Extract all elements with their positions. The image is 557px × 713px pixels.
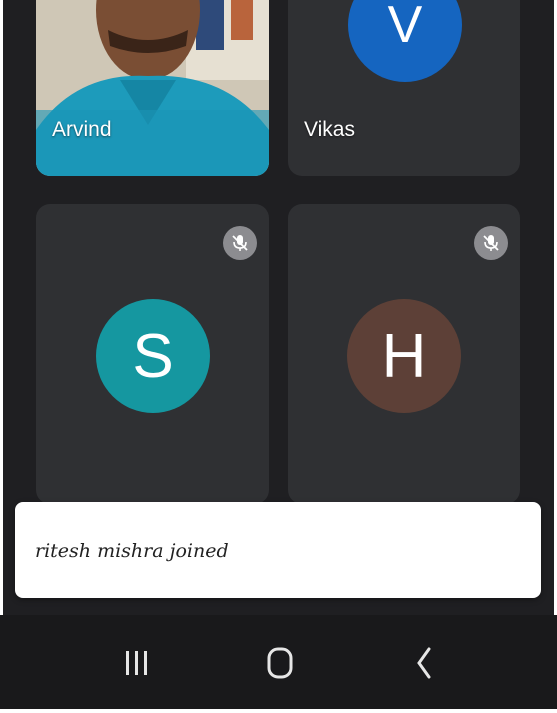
participant-avatar: S: [96, 299, 210, 413]
avatar-initial: H: [381, 321, 427, 391]
avatar-initial: V: [387, 0, 423, 54]
participant-avatar: V: [348, 0, 462, 82]
screen-border-bottom: [0, 709, 557, 713]
home-button[interactable]: [258, 645, 302, 681]
participant-video: [36, 0, 269, 176]
screen-border-left: [0, 0, 3, 713]
home-icon: [267, 647, 293, 679]
avatar-initial: S: [132, 321, 174, 391]
participant-name: Arvind: [52, 118, 112, 141]
participant-tile-s[interactable]: S: [36, 204, 269, 504]
participant-name: Vikas: [304, 118, 355, 141]
system-navigation-bar: [0, 615, 557, 709]
participant-tile-h[interactable]: H: [288, 204, 520, 504]
recent-apps-icon: [126, 651, 147, 675]
participant-tile-vikas[interactable]: V Vikas: [288, 0, 520, 176]
mic-off-icon: [474, 226, 508, 260]
toast-message: ritesh mishra joined: [35, 540, 229, 562]
back-icon: [417, 647, 431, 679]
back-button[interactable]: [402, 645, 446, 681]
recent-apps-button[interactable]: [115, 645, 159, 681]
participant-tile-arvind[interactable]: Arvind: [36, 0, 269, 176]
join-notification-toast[interactable]: ritesh mishra joined: [15, 502, 541, 598]
participant-avatar: H: [347, 299, 461, 413]
mic-off-icon: [223, 226, 257, 260]
